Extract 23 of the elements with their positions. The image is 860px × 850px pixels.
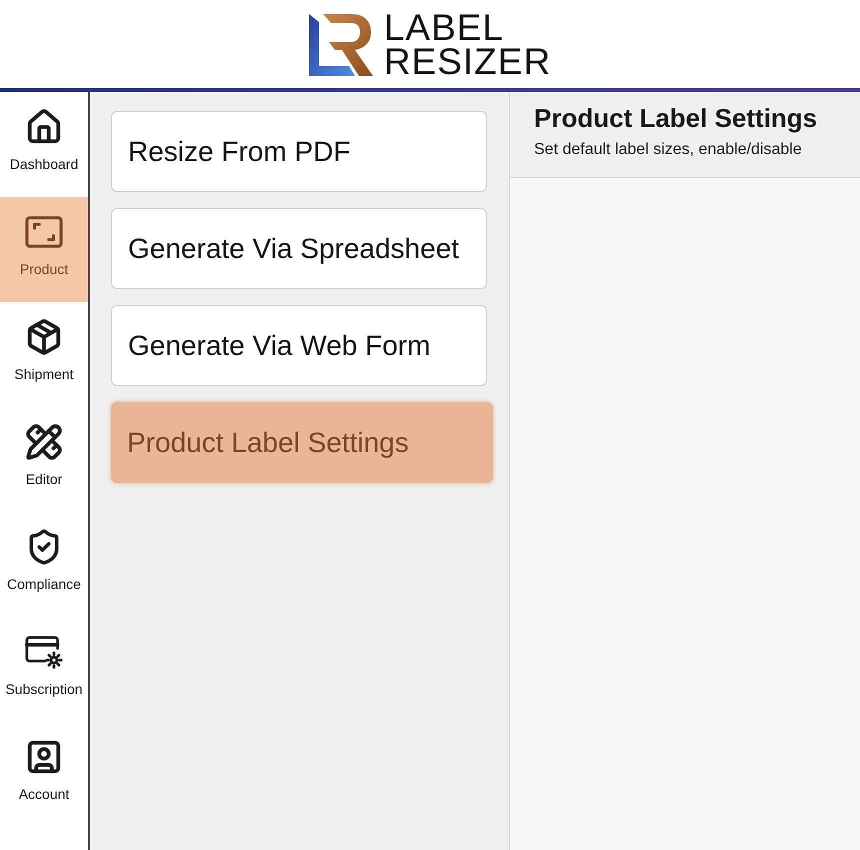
logo-text: LABEL: [384, 11, 506, 45]
nav-label: Compliance: [7, 576, 81, 592]
submenu-card[interactable]: Resize From PDF: [111, 111, 487, 192]
nav-label: Shipment: [14, 366, 74, 382]
sidebar-nav-item[interactable]: Product: [0, 197, 88, 302]
submenu-card[interactable]: Generate Via Web Form: [111, 305, 487, 386]
panel-subtitle: Set default label sizes, enable/disable: [534, 140, 803, 160]
nav-label: Product: [20, 261, 68, 277]
user-square-icon: [25, 738, 63, 776]
logo-text: RESIZER: [384, 45, 552, 79]
nav-label: Editor: [26, 471, 62, 487]
nav-label: Account: [18, 786, 70, 802]
nav-label: Subscription: [5, 681, 83, 697]
submenu-card[interactable]: Product Label Settings: [111, 402, 493, 483]
nav-label: Dashboard: [10, 156, 78, 172]
panel-title: Product Label Settings: [534, 102, 818, 134]
pencil-ruler-icon: [25, 423, 63, 461]
frame-corners-icon: [25, 213, 63, 251]
logo-mark-icon: [308, 14, 373, 76]
submenu-card[interactable]: Generate Via Spreadsheet: [111, 208, 487, 289]
card-gear-icon: [25, 633, 63, 671]
package-icon: [25, 318, 63, 356]
home-icon: [25, 108, 63, 146]
